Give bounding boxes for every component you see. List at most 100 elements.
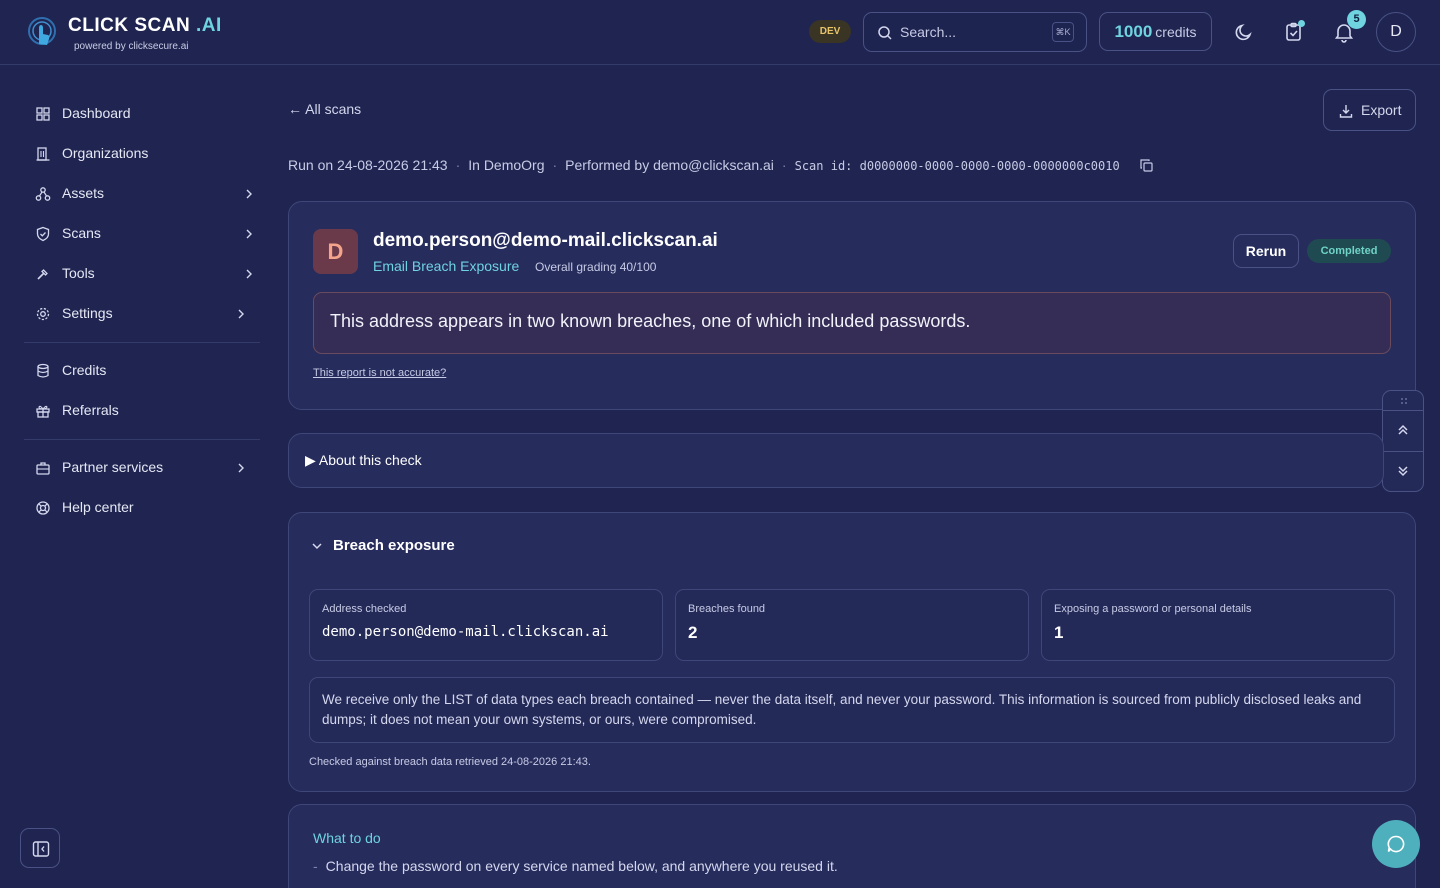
search-input[interactable]: Search... ⌘K xyxy=(863,12,1087,52)
about-check-label: ▶ About this check xyxy=(305,452,422,468)
section-title[interactable]: Breach exposure xyxy=(333,537,455,554)
result-card: D demo.person@demo-mail.clickscan.ai Ema… xyxy=(288,201,1416,410)
grip-icon[interactable] xyxy=(1400,397,1408,405)
chevron-right-icon xyxy=(238,309,244,319)
env-badge: DEV xyxy=(809,20,851,43)
data-source-note: We receive only the LIST of data types e… xyxy=(309,677,1395,743)
collapse-sidebar-button[interactable] xyxy=(20,828,60,868)
sidebar-item-label: Credits xyxy=(62,362,107,378)
search-placeholder: Search... xyxy=(900,24,957,40)
sidebar-item-label: Assets xyxy=(62,185,105,201)
sidebar-item-help-center[interactable]: Help center xyxy=(35,498,255,518)
report-inaccurate-link[interactable]: This report is not accurate? xyxy=(313,367,446,379)
chevron-right-icon xyxy=(246,269,252,279)
stat-label: Exposing a password or personal details xyxy=(1054,603,1252,615)
stat-label: Breaches found xyxy=(688,603,766,615)
stat-value: 2 xyxy=(688,623,698,642)
back-to-scans-link[interactable]: ← All scans xyxy=(288,101,361,117)
gear-icon xyxy=(36,307,50,321)
tools-icon xyxy=(37,269,48,280)
scroll-top-icon[interactable] xyxy=(1396,423,1410,437)
status-badge: Completed xyxy=(1307,239,1391,263)
sidebar-item-partner-services[interactable]: Partner services xyxy=(35,458,247,478)
sidebar-item-settings[interactable]: Settings xyxy=(35,304,247,324)
sidebar-item-label: Settings xyxy=(62,305,113,321)
run-date: Run on 24-08-2026 21:43 xyxy=(288,157,448,173)
performed-by: Performed by demo@clickscan.ai xyxy=(565,157,774,173)
organization: In DemoOrg xyxy=(468,157,545,173)
overall-grading: Overall grading 40/100 xyxy=(535,260,657,274)
shield-icon xyxy=(36,226,50,242)
sidebar-item-label: Organizations xyxy=(62,145,149,161)
chevron-right-icon xyxy=(246,229,252,239)
credits-button[interactable]: 1000 credits xyxy=(1099,12,1212,51)
sidebar-item-scans[interactable]: Scans xyxy=(35,224,255,244)
building-icon xyxy=(36,147,50,161)
chat-icon xyxy=(1387,835,1405,853)
sidebar-item-label: Dashboard xyxy=(62,105,131,121)
rerun-button[interactable]: Rerun xyxy=(1233,234,1299,268)
database-icon xyxy=(37,363,49,378)
target-avatar: D xyxy=(313,229,358,274)
panel-collapse-icon xyxy=(32,841,50,857)
sidebar-item-organizations[interactable]: Organizations xyxy=(35,144,255,164)
sidebar-item-referrals[interactable]: Referrals xyxy=(35,401,255,421)
top-header: CLICK SCAN .AI powered by clicksecure.ai… xyxy=(0,0,1440,65)
sidebar-item-label: Partner services xyxy=(62,459,164,475)
export-button[interactable]: Export xyxy=(1323,89,1416,131)
stat-address-checked: Address checked demo.person@demo-mail.cl… xyxy=(309,589,663,661)
scan-meta: Run on 24-08-2026 21:43 · In DemoOrg · Perfo… xyxy=(288,157,1120,173)
credits-label: credits xyxy=(1155,24,1197,40)
scan-id: Scan id: d0000000-0000-0000-0000-0000000… xyxy=(794,159,1120,173)
sidebar-item-label: Tools xyxy=(62,265,95,281)
assets-icon xyxy=(35,187,51,201)
brand-name[interactable]: CLICK SCAN .AI xyxy=(68,15,222,37)
download-icon xyxy=(1339,105,1353,118)
sidebar-item-credits[interactable]: Credits xyxy=(35,361,255,381)
moon-icon[interactable] xyxy=(1233,21,1255,43)
target-email: demo.person@demo-mail.clickscan.ai xyxy=(373,230,718,251)
dashboard-icon xyxy=(36,107,50,121)
notification-count: 5 xyxy=(1347,10,1366,29)
stat-value: 1 xyxy=(1054,623,1064,642)
chevron-down-icon[interactable] xyxy=(311,540,323,552)
breach-exposure-section: Breach exposure Address checked demo.per… xyxy=(288,512,1416,792)
chevron-right-icon xyxy=(246,189,252,199)
sidebar-item-label: Referrals xyxy=(62,402,119,418)
sidebar-item-assets[interactable]: Assets xyxy=(35,184,255,204)
credits-value: 1000 xyxy=(1114,22,1153,41)
check-name[interactable]: Email Breach Exposure xyxy=(373,258,519,274)
sidebar: Dashboard Organizations Assets Scans Too… xyxy=(0,65,276,888)
sidebar-item-dashboard[interactable]: Dashboard xyxy=(35,104,255,124)
stat-value: demo.person@demo-mail.clickscan.ai xyxy=(322,624,609,640)
user-avatar[interactable]: D xyxy=(1376,12,1416,52)
copy-icon[interactable] xyxy=(1140,159,1153,172)
tasks-dot xyxy=(1298,20,1305,27)
gift-icon xyxy=(36,405,50,418)
what-to-do-section: What to do - Change the password on every… xyxy=(288,804,1416,888)
result-summary: This address appears in two known breach… xyxy=(313,292,1391,354)
scroll-controls xyxy=(1382,390,1424,492)
search-shortcut: ⌘K xyxy=(1052,22,1074,42)
todo-title: What to do xyxy=(313,830,381,846)
chevron-right-icon xyxy=(238,463,244,473)
todo-item: - Change the password on every service na… xyxy=(313,858,838,874)
sidebar-item-label: Scans xyxy=(62,225,101,241)
brand-tagline: powered by clicksecure.ai xyxy=(74,41,189,52)
chat-button[interactable] xyxy=(1372,820,1420,868)
stat-label: Address checked xyxy=(322,603,407,615)
sidebar-divider xyxy=(24,439,260,440)
search-icon xyxy=(878,26,892,40)
arrow-left-icon: ← xyxy=(288,101,302,117)
stat-exposing-password: Exposing a password or personal details … xyxy=(1041,589,1395,661)
export-label: Export xyxy=(1361,102,1402,118)
stat-breaches-found: Breaches found 2 xyxy=(675,589,1029,661)
sidebar-item-label: Help center xyxy=(62,499,134,515)
sidebar-item-tools[interactable]: Tools xyxy=(35,264,255,284)
briefcase-icon xyxy=(36,462,50,475)
sidebar-divider xyxy=(24,342,260,343)
lifebuoy-icon xyxy=(36,501,50,515)
about-check-toggle[interactable]: ▶ About this check xyxy=(288,433,1384,488)
logo-icon xyxy=(28,17,56,45)
scroll-bottom-icon[interactable] xyxy=(1396,464,1410,478)
